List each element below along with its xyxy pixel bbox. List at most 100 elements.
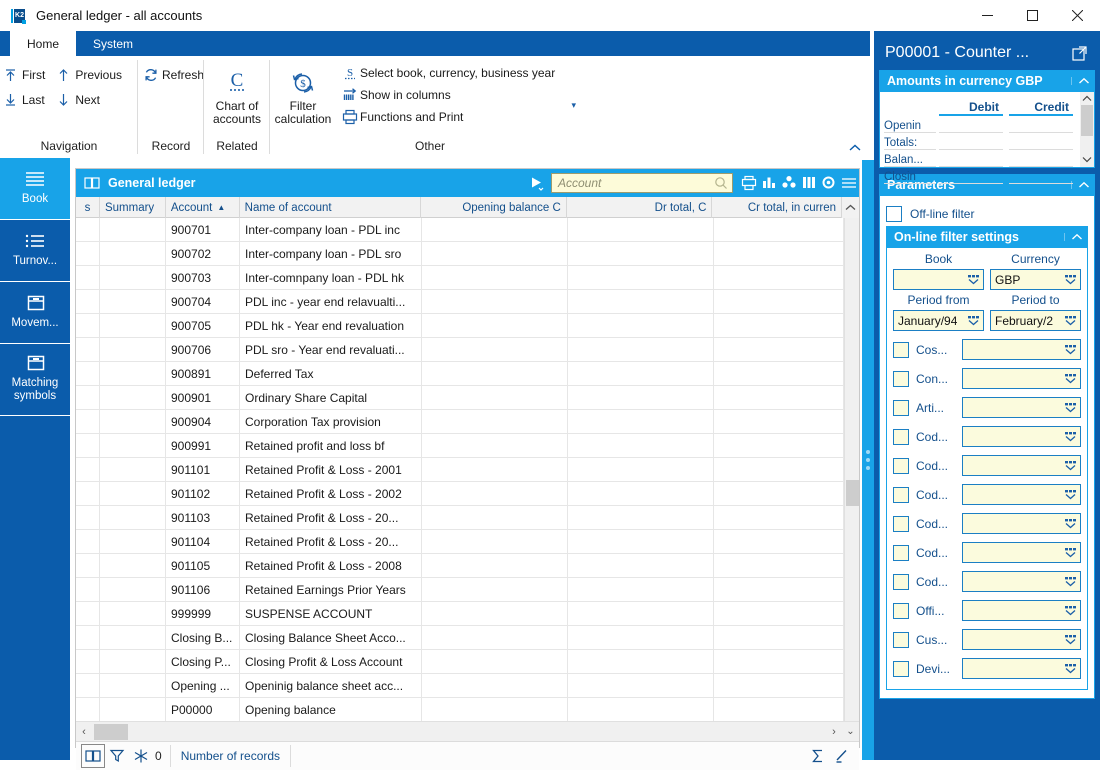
cell-summary[interactable]	[100, 698, 166, 721]
cell-s[interactable]	[76, 626, 100, 649]
table-row[interactable]: 900705PDL hk - Year end revaluation	[76, 314, 844, 338]
amounts-section-header[interactable]: Amounts in currency GBP	[879, 70, 1095, 92]
table-row[interactable]: 900991Retained profit and loss bf	[76, 434, 844, 458]
cell-drtotal[interactable]	[568, 458, 714, 481]
cell-account[interactable]: 900901	[166, 386, 240, 409]
sidebar-item-book[interactable]: Book	[0, 158, 70, 220]
cell-opening[interactable]	[422, 626, 568, 649]
table-row[interactable]: 901104Retained Profit & Loss - 20...	[76, 530, 844, 554]
cell-name[interactable]: Closing Balance Sheet Acco...	[240, 626, 422, 649]
chevron-down-icon[interactable]	[1064, 661, 1077, 677]
table-row[interactable]: 901106Retained Earnings Prior Years	[76, 578, 844, 602]
chevron-down-icon[interactable]	[1064, 516, 1077, 532]
cell-drtotal[interactable]	[568, 410, 714, 433]
column-header-drtotal[interactable]: Dr total, C	[567, 197, 713, 218]
cell-opening[interactable]	[422, 386, 568, 409]
filter-calculation-button[interactable]: $ Filter calculation	[270, 62, 336, 126]
table-row[interactable]: 900891Deferred Tax	[76, 362, 844, 386]
chevron-up-icon[interactable]	[1071, 77, 1095, 85]
filter-combo[interactable]	[962, 484, 1081, 505]
chevron-down-icon[interactable]	[1064, 272, 1077, 288]
filter-combo[interactable]	[962, 455, 1081, 476]
cell-s[interactable]	[76, 482, 100, 505]
tab-home[interactable]: Home	[10, 31, 76, 56]
cell-s[interactable]	[76, 578, 100, 601]
cell-summary[interactable]	[100, 410, 166, 433]
status-sigma-icon[interactable]	[806, 744, 830, 768]
chart-of-accounts-button[interactable]: C Chart of accounts	[204, 62, 270, 126]
cell-s[interactable]	[76, 218, 100, 241]
cell-summary[interactable]	[100, 506, 166, 529]
cell-crtotal[interactable]	[714, 458, 844, 481]
panel-splitter[interactable]	[862, 160, 874, 760]
status-pencil-icon[interactable]	[830, 744, 854, 768]
table-row[interactable]: 901102Retained Profit & Loss - 2002	[76, 482, 844, 506]
column-header-opening[interactable]: Opening balance C	[421, 197, 567, 218]
column-header-account[interactable]: Account▲	[166, 197, 240, 218]
cell-summary[interactable]	[100, 362, 166, 385]
columns-icon[interactable]	[799, 172, 819, 194]
filter-checkbox[interactable]	[893, 458, 909, 474]
offline-filter-checkbox[interactable]	[886, 206, 902, 222]
search-input[interactable]: Account	[551, 173, 733, 193]
chevron-down-icon[interactable]	[1064, 371, 1077, 387]
hscroll-left-arrow-icon[interactable]: ‹	[76, 726, 92, 738]
cell-s[interactable]	[76, 674, 100, 697]
bar-chart-icon[interactable]	[759, 172, 779, 194]
hscroll-right-arrow-icon[interactable]: ›	[826, 726, 842, 738]
chevron-down-icon[interactable]	[1064, 342, 1077, 358]
table-row[interactable]: Closing B...Closing Balance Sheet Acco..…	[76, 626, 844, 650]
grid-run-filter-button[interactable]	[529, 175, 545, 191]
table-row[interactable]: 900704PDL inc - year end relavualti...	[76, 290, 844, 314]
table-row[interactable]: 901105Retained Profit & Loss - 2008	[76, 554, 844, 578]
cell-name[interactable]: Deferred Tax	[240, 362, 422, 385]
cell-opening[interactable]	[422, 458, 568, 481]
filter-combo[interactable]	[962, 397, 1081, 418]
cell-s[interactable]	[76, 362, 100, 385]
amounts-scrollbar[interactable]	[1080, 92, 1094, 167]
cell-account[interactable]: Closing P...	[166, 650, 240, 673]
refresh-button[interactable]: Refresh	[138, 62, 212, 87]
cell-summary[interactable]	[100, 314, 166, 337]
cell-drtotal[interactable]	[568, 530, 714, 553]
cell-summary[interactable]	[100, 218, 166, 241]
cell-account[interactable]: 901105	[166, 554, 240, 577]
filter-checkbox[interactable]	[893, 429, 909, 445]
cell-opening[interactable]	[422, 314, 568, 337]
cell-opening[interactable]	[422, 218, 568, 241]
cell-s[interactable]	[76, 314, 100, 337]
close-button[interactable]	[1055, 0, 1100, 31]
filter-combo[interactable]	[962, 542, 1081, 563]
cell-crtotal[interactable]	[714, 386, 844, 409]
next-button[interactable]: Next	[53, 87, 130, 112]
column-header-scroll-cap[interactable]	[842, 197, 859, 218]
chevron-down-icon[interactable]	[1064, 487, 1077, 503]
cell-name[interactable]: Inter-company loan - PDL sro	[240, 242, 422, 265]
cell-drtotal[interactable]	[568, 290, 714, 313]
filter-checkbox[interactable]	[893, 400, 909, 416]
chevron-down-icon[interactable]	[1064, 574, 1077, 590]
cell-drtotal[interactable]	[568, 314, 714, 337]
ribbon-more-arrow-icon[interactable]: ▾	[571, 100, 576, 111]
horizontal-scroll-thumb[interactable]	[94, 724, 128, 740]
cell-s[interactable]	[76, 458, 100, 481]
filter-checkbox[interactable]	[893, 661, 909, 677]
cell-opening[interactable]	[422, 242, 568, 265]
amounts-scroll-down-icon[interactable]	[1080, 154, 1094, 167]
sidebar-item-turnover[interactable]: Turnov...	[0, 220, 70, 282]
cell-name[interactable]: Retained profit and loss bf	[240, 434, 422, 457]
chevron-down-icon[interactable]	[967, 272, 980, 288]
cell-drtotal[interactable]	[568, 602, 714, 625]
functions-and-print-button[interactable]: Functions and Print	[340, 106, 555, 128]
cell-crtotal[interactable]	[714, 602, 844, 625]
cell-crtotal[interactable]	[714, 626, 844, 649]
chevron-down-icon[interactable]	[1064, 313, 1077, 329]
menu-icon[interactable]	[839, 172, 859, 194]
cell-name[interactable]: Retained Profit & Loss - 2002	[240, 482, 422, 505]
cell-s[interactable]	[76, 290, 100, 313]
cell-s[interactable]	[76, 410, 100, 433]
minimize-button[interactable]	[965, 0, 1010, 31]
cell-s[interactable]	[76, 266, 100, 289]
filter-checkbox[interactable]	[893, 603, 909, 619]
cell-summary[interactable]	[100, 242, 166, 265]
